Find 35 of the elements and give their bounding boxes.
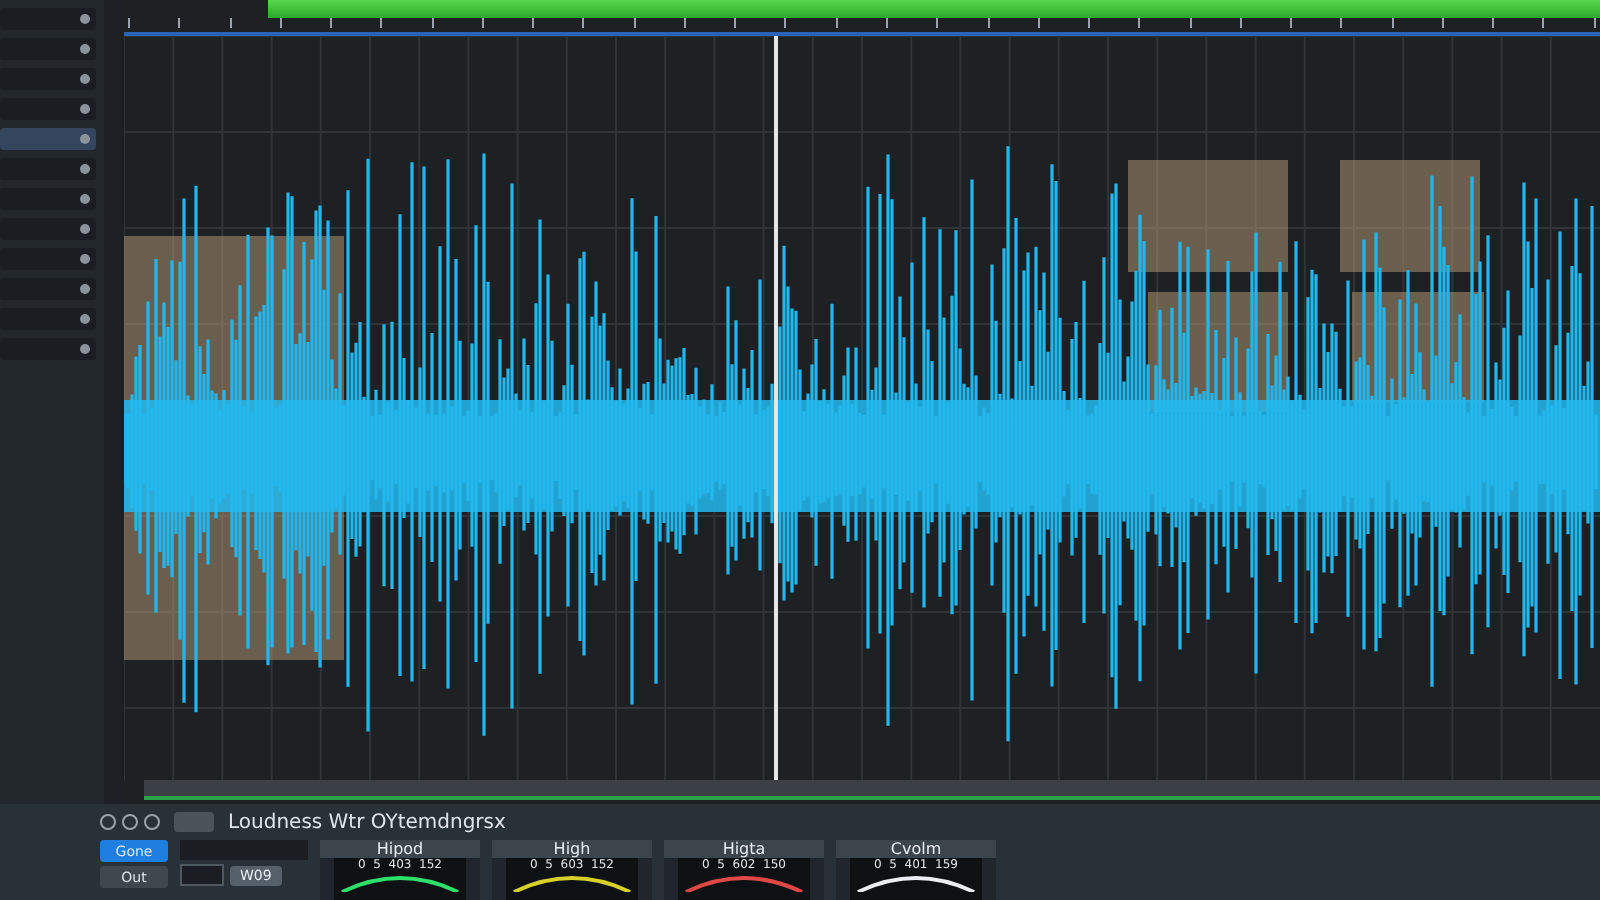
dot-icon xyxy=(80,284,90,294)
sidebar-item[interactable] xyxy=(0,278,96,300)
sidebar-item[interactable] xyxy=(0,128,96,150)
dot-icon xyxy=(80,194,90,204)
sidebar-item[interactable] xyxy=(0,338,96,360)
scroll-bar[interactable] xyxy=(144,780,1600,800)
toggle-control[interactable] xyxy=(180,864,224,886)
dot-icon xyxy=(80,44,90,54)
sidebar-item[interactable] xyxy=(0,68,96,90)
dot-icon xyxy=(80,134,90,144)
meter-title: Higta xyxy=(664,840,824,858)
playhead[interactable] xyxy=(773,36,778,780)
dot-icon xyxy=(80,344,90,354)
dot-icon xyxy=(80,314,90,324)
circle-icon[interactable] xyxy=(144,814,160,830)
sidebar-item[interactable] xyxy=(0,308,96,330)
sidebar-item[interactable] xyxy=(0,218,96,240)
panel-title: Loudness Wtr OYtemdngrsx xyxy=(228,811,506,833)
dot-icon xyxy=(80,14,90,24)
dot-icon xyxy=(80,74,90,84)
sidebar-item[interactable] xyxy=(0,98,96,120)
circle-icon[interactable] xyxy=(100,814,116,830)
sidebar-item[interactable] xyxy=(0,248,96,270)
sidebar-item[interactable] xyxy=(0,188,96,210)
dot-icon xyxy=(80,254,90,264)
meter-title: Hipod xyxy=(320,840,480,858)
sidebar-item[interactable] xyxy=(0,8,96,30)
sidebar-item[interactable] xyxy=(0,38,96,60)
sidebar-item[interactable] xyxy=(0,158,96,180)
dot-icon xyxy=(80,164,90,174)
dot-icon xyxy=(80,104,90,114)
meter-title: Cvolm xyxy=(836,840,996,858)
meter-title: High xyxy=(492,840,652,858)
circle-icon[interactable] xyxy=(122,814,138,830)
dot-icon xyxy=(80,224,90,234)
